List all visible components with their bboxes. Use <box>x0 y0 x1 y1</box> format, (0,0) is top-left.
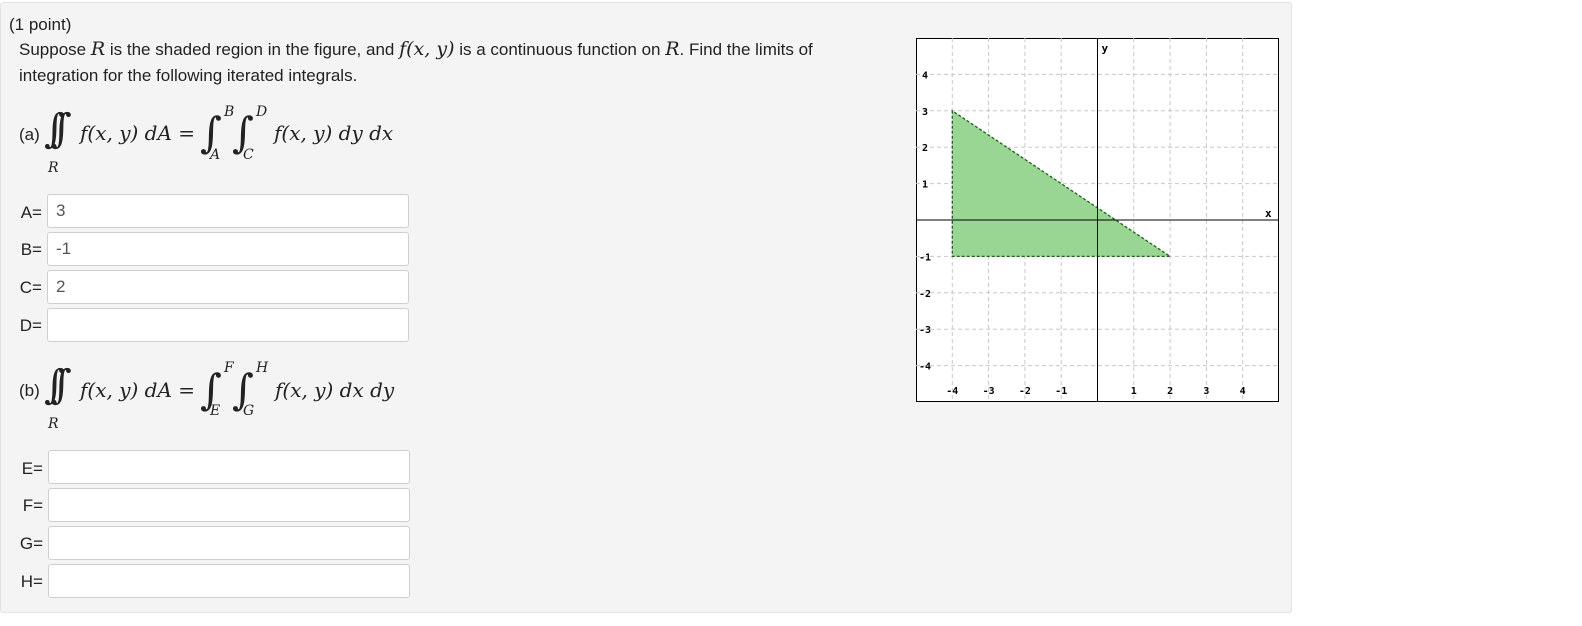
y-axis-label: y <box>1102 42 1109 55</box>
y-tick-label: -4 <box>919 362 931 373</box>
field-label-c: C= <box>19 278 42 297</box>
inner-lower-limit-a: C <box>243 147 254 163</box>
problem-text-line-2: integration for the following iterated i… <box>19 66 358 85</box>
double-integral-sign-b: ∫∫ <box>44 362 71 408</box>
field-label-g: G= <box>19 534 43 553</box>
field-label-b: B= <box>20 240 42 259</box>
part-a-label: (a) <box>19 125 40 144</box>
x-axis-label: x <box>1265 207 1272 220</box>
region-symbol-2: R <box>665 38 680 60</box>
inner-upper-limit-a: D <box>256 104 268 120</box>
y-tick-label: 4 <box>922 70 928 81</box>
answer-input-g[interactable] <box>48 526 410 560</box>
y-tick-label: 1 <box>922 180 928 191</box>
region-graph: -4 -3 -2 -1 1 2 3 4 4 3 2 1 -1 -2 -3 -4 x y <box>916 38 1279 402</box>
answer-input-a[interactable] <box>47 194 409 228</box>
answer-input-h[interactable] <box>48 564 410 598</box>
function-symbol: f(x, y) <box>399 38 455 60</box>
points-label: (1 point) <box>9 15 72 34</box>
field-label-d: D= <box>19 316 42 335</box>
integrand-lhs-a: f(x, y) dA = <box>80 121 196 145</box>
field-label-a: A= <box>20 203 42 222</box>
x-tick-label: 4 <box>1240 386 1246 397</box>
double-integral-sign-a: ∫∫ <box>44 106 71 152</box>
x-tick-label: -2 <box>1019 386 1031 397</box>
integrand-rhs-b: f(x, y) dx dy <box>275 378 395 402</box>
x-tick-label: 3 <box>1203 386 1209 397</box>
integrand-rhs-a: f(x, y) dy dx <box>274 121 394 145</box>
part-b-label: (b) <box>19 381 40 400</box>
problem-text-line-1: Suppose R is the shaded region in the fi… <box>19 38 813 60</box>
field-label-h: H= <box>20 572 43 591</box>
y-tick-label: -3 <box>919 325 931 336</box>
field-label-e: E= <box>21 459 43 478</box>
y-tick-label: -1 <box>919 252 931 263</box>
answer-input-c[interactable] <box>47 270 409 304</box>
answer-input-e[interactable] <box>48 450 410 484</box>
region-symbol: R <box>90 38 106 60</box>
inner-lower-limit-b: G <box>243 403 255 419</box>
integrand-lhs-b: f(x, y) dA = <box>80 378 196 402</box>
x-tick-label: -4 <box>946 386 958 397</box>
outer-lower-limit-a: A <box>210 147 221 163</box>
x-tick-label: 1 <box>1131 386 1137 397</box>
answer-input-b[interactable] <box>47 232 409 266</box>
x-tick-label: -1 <box>1055 386 1067 397</box>
outer-lower-limit-b: E <box>210 403 221 419</box>
region-subscript-a: R <box>48 160 59 176</box>
x-tick-label: -3 <box>983 386 995 397</box>
inner-upper-limit-b: H <box>256 360 269 376</box>
field-label-f: F= <box>22 496 43 515</box>
y-tick-label: 3 <box>922 107 928 118</box>
x-tick-label: 2 <box>1167 386 1173 397</box>
answer-input-d[interactable] <box>47 308 409 342</box>
region-subscript-b: R <box>48 416 59 432</box>
answer-input-f[interactable] <box>48 488 410 522</box>
y-tick-label: -2 <box>919 289 931 300</box>
y-tick-label: 2 <box>922 143 928 154</box>
